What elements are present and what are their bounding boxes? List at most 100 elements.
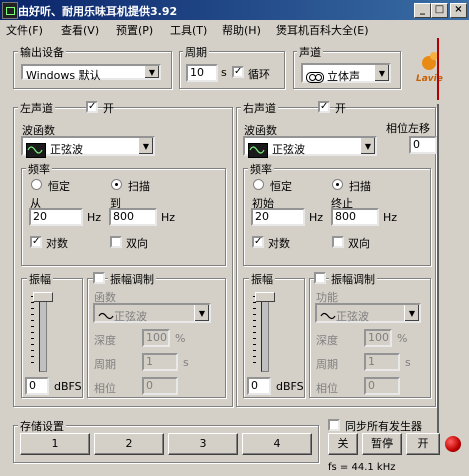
menu-tools[interactable]: 工具(T) [170,22,207,38]
right-bidir-label: 双向 [348,237,370,250]
right-phase-input[interactable]: 0 [364,377,400,395]
menu-help[interactable]: 帮助(H) [222,22,261,38]
menu-file[interactable]: 文件(F) [6,22,43,38]
sine-wave-icon [320,311,336,324]
minimize-button[interactable]: _ [414,3,431,18]
period-input[interactable]: 10 [186,64,218,82]
channel-label: 声道 [297,44,323,60]
right-log-label: 对数 [268,237,290,250]
right-period-label: 周期 [316,358,338,371]
left-period-label: 周期 [94,358,116,371]
right-on-checkbox[interactable]: ✓ [318,101,330,113]
right-constant-label: 恒定 [270,180,292,193]
pause-button[interactable]: 暂停 [362,433,402,455]
left-am-checkbox[interactable] [93,272,105,284]
left-phase-label: 相位 [94,382,116,395]
left-bidir-checkbox[interactable] [110,236,122,248]
record-indicator-icon [445,436,461,452]
right-to-input[interactable]: 800 [331,208,379,226]
off-button[interactable]: 关 [328,433,358,455]
left-am-period-input[interactable]: 1 [142,353,178,371]
channel-select[interactable]: 立体声 ▼ [301,63,391,83]
right-sweep-label: 扫描 [349,180,371,193]
left-amplitude-input[interactable]: 0 [25,377,49,395]
right-func-select[interactable]: 正弦波 ▼ [315,303,421,323]
right-amplitude-input[interactable]: 0 [247,377,271,395]
window-title: 由好听、耐用乐味耳机提供3.92 [18,5,178,18]
right-sweep-radio[interactable] [332,179,343,190]
chevron-down-icon: ▼ [194,305,209,321]
right-bidir-checkbox[interactable] [332,236,344,248]
storage-slot-2-button[interactable]: 2 [94,433,164,455]
left-amplitude-unit: dBFS [54,380,82,393]
sine-wave-icon [98,311,114,324]
left-from-unit: Hz [87,211,102,224]
maximize-button[interactable]: □ [431,3,448,18]
left-func-select[interactable]: 正弦波 ▼ [93,303,211,323]
output-device-label: 输出设备 [18,44,66,60]
right-amplitude-label: 振幅 [249,271,275,287]
left-amplitude-label: 振幅 [27,271,53,287]
right-am-label: 振幅调制 [329,271,377,287]
left-waveform-value: 正弦波 [50,143,83,156]
menu-view[interactable]: 查看(V) [61,22,99,38]
left-on-label: 开 [103,102,114,115]
storage-slot-1-button[interactable]: 1 [20,433,90,455]
chevron-down-icon: ▼ [404,305,419,321]
left-waveform-select[interactable]: 正弦波 ▼ [21,136,155,158]
right-func-value: 正弦波 [336,310,369,323]
menu-encyclopedia[interactable]: 煲耳机百科大全(E) [276,22,369,38]
sine-wave-icon [248,142,268,158]
right-depth-input[interactable]: 100 [364,329,392,347]
right-from-input[interactable]: 20 [251,208,305,226]
left-on-checkbox[interactable]: ✓ [86,101,98,113]
right-edge-divider [437,104,439,454]
right-amplitude-track [261,294,269,372]
left-from-input[interactable]: 20 [29,208,83,226]
left-sweep-label: 扫描 [128,180,150,193]
left-phase-input[interactable]: 0 [142,377,178,395]
right-waveform-select[interactable]: 正弦波 ▼ [243,136,377,158]
storage-slot-4-button[interactable]: 4 [242,433,312,455]
left-channel-label: 左声道 [18,100,55,116]
left-frequency-label: 频率 [26,161,52,177]
storage-label: 存储设置 [18,418,66,434]
left-to-input[interactable]: 800 [109,208,157,226]
loop-checkbox[interactable]: ✓ [232,66,244,78]
left-func-value: 正弦波 [114,310,147,323]
left-log-checkbox[interactable]: ✓ [30,236,42,248]
logo-red-bar [437,38,439,100]
app-icon [2,2,18,19]
right-constant-radio[interactable] [253,179,264,190]
menu-preset[interactable]: 预置(P) [116,22,153,38]
left-period-unit: s [183,356,189,369]
right-on-label: 开 [335,102,346,115]
on-button[interactable]: 开 [406,433,440,455]
right-am-period-input[interactable]: 1 [364,353,400,371]
sine-wave-icon [26,142,46,158]
left-depth-label: 深度 [94,334,116,347]
left-amplitude-slider[interactable] [33,292,53,302]
output-device-select[interactable]: Windows 默认 ▼ [21,64,161,82]
brand-logo: Lavie [410,50,462,90]
sync-checkbox[interactable] [328,419,340,431]
right-frequency-label: 频率 [248,161,274,177]
right-am-checkbox[interactable] [314,272,326,284]
right-amplitude-unit: dBFS [276,380,304,393]
right-amplitude-slider[interactable] [255,292,275,302]
left-amplitude-track [39,294,47,372]
left-depth-input[interactable]: 100 [142,329,170,347]
right-waveform-value: 正弦波 [272,143,305,156]
left-depth-unit: % [175,332,186,345]
close-button[interactable]: × [450,3,467,18]
left-slider-ticks [31,296,35,368]
left-constant-radio[interactable] [31,179,42,190]
right-to-unit: Hz [383,211,398,224]
left-sweep-radio[interactable] [111,179,122,190]
chevron-down-icon: ▼ [138,138,153,154]
right-log-checkbox[interactable]: ✓ [252,236,264,248]
storage-slot-3-button[interactable]: 3 [168,433,238,455]
left-am-label: 振幅调制 [108,271,156,287]
phase-shift-input[interactable]: 0 [409,136,437,154]
left-constant-label: 恒定 [48,180,70,193]
